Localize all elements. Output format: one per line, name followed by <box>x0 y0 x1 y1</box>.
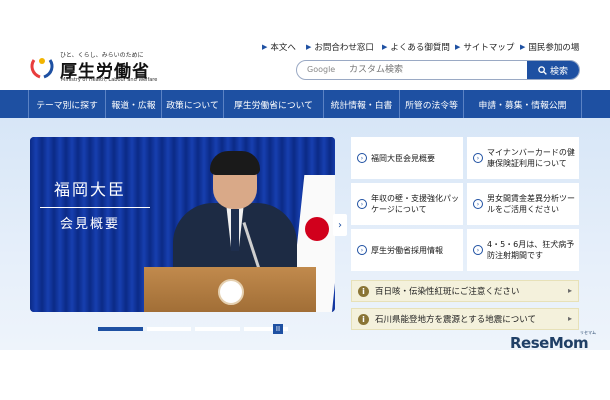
util-link-participation[interactable]: ▶ 国民参加の場 <box>520 40 579 54</box>
feature-card[interactable]: › 4・5・6月は、狂犬病予防注射期間です <box>467 229 579 271</box>
feature-card-label: 福岡大臣会見概要 <box>371 153 435 163</box>
carousel-indicators <box>98 327 288 331</box>
nav-item-applications[interactable]: 申請・募集・情報公開 <box>464 90 582 118</box>
global-nav: テーマ別に探す 報道・広報 政策について 厚生労働省について 統計情報・白書 所… <box>0 90 610 118</box>
triangle-right-icon: ▶ <box>262 43 268 51</box>
search-button-label: 検索 <box>549 66 568 77</box>
util-link-faq[interactable]: ▶ よくある御質問 <box>382 40 450 54</box>
arrow-circle-icon: › <box>357 245 367 255</box>
feature-card-label: 男女間賃金差異分析ツールをご活用ください <box>487 194 575 214</box>
util-link-label: 本文へ <box>270 43 296 53</box>
nav-item-statistics[interactable]: 統計情報・白書 <box>324 90 400 118</box>
carousel-dot[interactable] <box>98 327 143 331</box>
feature-card-label: 厚生労働省採用情報 <box>371 245 443 255</box>
chevron-right-icon: ▸ <box>567 314 572 323</box>
feature-card[interactable]: › 厚生労働省採用情報 <box>351 229 463 271</box>
nav-item-about[interactable]: 厚生労働省について <box>224 90 324 118</box>
notice-text: 石川県能登地方を震源とする地震について <box>375 315 536 325</box>
util-link-sitemap[interactable]: ▶ サイトマップ <box>455 40 514 54</box>
carousel-pause-button[interactable]: II <box>273 324 283 334</box>
nav-item-press[interactable]: 報道・広報 <box>106 90 162 118</box>
info-icon: i <box>358 313 369 325</box>
podium-emblem <box>218 279 244 305</box>
hero-slide[interactable]: 福岡大臣 会見概要 <box>30 137 335 312</box>
arrow-circle-icon: › <box>357 199 367 209</box>
watermark-logo: ReseMom <box>510 334 589 352</box>
chevron-right-icon: ▸ <box>567 286 572 295</box>
search-input[interactable] <box>297 61 527 79</box>
feature-card-label: 4・5・6月は、狂犬病予防注射期間です <box>487 240 575 260</box>
carousel-dot[interactable] <box>146 327 191 331</box>
carousel-dot[interactable] <box>195 327 240 331</box>
notice-item[interactable]: i 石川県能登地方を震源とする地震について ▸ <box>351 308 579 330</box>
util-link-label: サイトマップ <box>463 43 515 53</box>
util-link-label: 国民参加の場 <box>528 43 580 53</box>
nav-item-policy[interactable]: 政策について <box>162 90 224 118</box>
logo-english-name: Ministry of Health, Labour and Welfare <box>61 77 158 83</box>
nav-item-themes[interactable]: テーマ別に探す <box>28 90 106 118</box>
logo-mark-icon <box>29 53 55 79</box>
util-link-label: よくある御質問 <box>390 43 450 53</box>
triangle-right-icon: ▶ <box>520 43 526 51</box>
minister-tie <box>231 209 239 251</box>
search-icon <box>538 65 547 75</box>
site-header: ひと、くらし、みらいのために 厚生労働省 Ministry of Health,… <box>0 0 610 90</box>
hero-caption-title: 福岡大臣 <box>54 180 127 199</box>
util-link-contact[interactable]: ▶ お問合わせ窓口 <box>306 40 374 54</box>
triangle-right-icon: ▶ <box>382 43 388 51</box>
carousel-next-button[interactable]: › <box>333 214 347 236</box>
search-button[interactable]: 検索 <box>527 61 579 79</box>
feature-card[interactable]: › 男女間賃金差異分析ツールをご活用ください <box>467 183 579 225</box>
hero-caption-divider <box>40 207 150 208</box>
notice-item[interactable]: i 百日咳・伝染性紅斑にご注意ください ▸ <box>351 280 579 302</box>
feature-card[interactable]: › 年収の壁・支援強化パッケージについて <box>351 183 463 225</box>
triangle-right-icon: ▶ <box>306 43 312 51</box>
feature-card[interactable]: › マイナンバーカードの健康保険証利用について <box>467 137 579 179</box>
site-search: Google 検索 <box>296 60 580 80</box>
info-icon: i <box>358 285 369 297</box>
arrow-circle-icon: › <box>473 199 483 209</box>
feature-card[interactable]: › 福岡大臣会見概要 <box>351 137 463 179</box>
site-logo[interactable]: ひと、くらし、みらいのために 厚生労働省 Ministry of Health,… <box>28 50 158 84</box>
flag-sun <box>305 217 329 241</box>
notice-text: 百日咳・伝染性紅斑にご注意ください <box>375 287 520 297</box>
util-link-label: お問合わせ窓口 <box>314 43 374 53</box>
arrow-circle-icon: › <box>357 153 367 163</box>
hero-caption: 福岡大臣 会見概要 <box>30 177 150 236</box>
arrow-circle-icon: › <box>473 245 483 255</box>
triangle-right-icon: ▶ <box>455 43 461 51</box>
util-link-main-content[interactable]: ▶ 本文へ <box>262 40 296 54</box>
hero-caption-subtitle: 会見概要 <box>60 217 121 232</box>
feature-link-grid: › 福岡大臣会見概要 › マイナンバーカードの健康保険証利用について › 年収の… <box>351 137 579 271</box>
feature-card-label: マイナンバーカードの健康保険証利用について <box>487 148 575 168</box>
minister-hair <box>210 151 260 175</box>
chevron-right-icon: › <box>338 219 342 231</box>
nav-item-laws[interactable]: 所管の法令等 <box>400 90 464 118</box>
feature-card-label: 年収の壁・支援強化パッケージについて <box>371 194 459 214</box>
arrow-circle-icon: › <box>473 153 483 163</box>
